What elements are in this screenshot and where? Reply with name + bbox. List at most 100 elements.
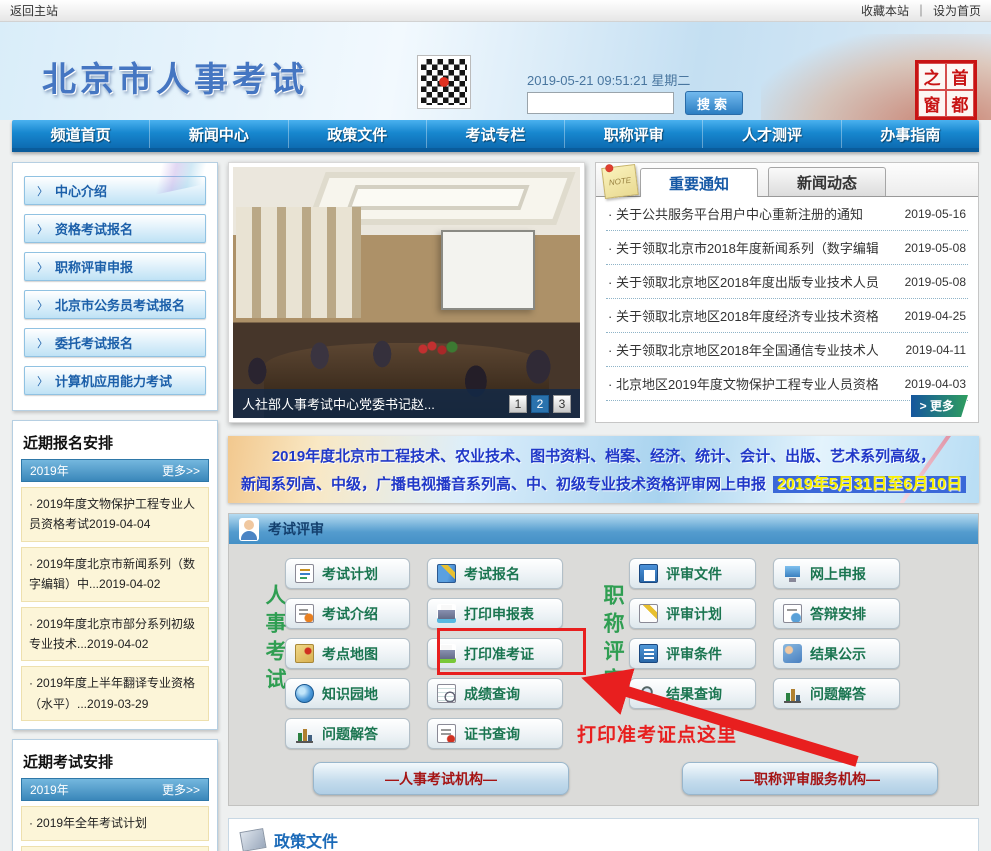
review-function-button[interactable]: 评审条件 xyxy=(629,638,756,669)
exam-function-button[interactable]: 证书查询 xyxy=(427,718,563,749)
site-logo: 北京市人事考试 xyxy=(42,52,308,101)
exam-function-button[interactable]: 考试计划 xyxy=(285,558,410,589)
exam-review-panel: 考试评审 人事考试 考试计划 考试报名 xyxy=(228,513,979,806)
function-button-label: 打印申报表 xyxy=(464,604,534,624)
news-more-button[interactable]: > 更多 xyxy=(911,395,968,417)
signup-more-link[interactable]: 更多>> xyxy=(162,462,200,479)
news-item-date: 2019-04-11 xyxy=(906,343,967,357)
function-button-label: 问题解答 xyxy=(322,724,378,744)
exam-function-button[interactable]: 考点地图 xyxy=(285,638,410,669)
news-item-title: · 关于领取北京地区2018年度出版专业技术人员... xyxy=(608,272,878,291)
function-button-icon xyxy=(437,604,456,623)
list-bullet: · xyxy=(29,816,33,830)
exam-panel-title: 近期考试安排 xyxy=(21,744,209,778)
exam-list-item[interactable]: · 2019年全年考试计划 xyxy=(21,806,209,840)
nav-item[interactable]: 职称评审 xyxy=(565,120,703,148)
function-button-icon xyxy=(783,684,802,703)
news-list-item[interactable]: · 关于领取北京市2018年度新闻系列（数字编辑... 2019-05-08 xyxy=(606,231,968,265)
news-tab[interactable]: 新闻动态 xyxy=(768,167,886,196)
signup-list-item[interactable]: · 2019年度文物保护工程专业人员资格考试2019-04-04 xyxy=(21,487,209,542)
news-list-item[interactable]: · 关于领取北京地区2018年度经济专业技术资格... 2019-04-25 xyxy=(606,299,968,333)
exam-more-link[interactable]: 更多>> xyxy=(162,781,200,798)
news-list-item[interactable]: · 关于领取北京地区2018年度出版专业技术人员... 2019-05-08 xyxy=(606,265,968,299)
personnel-exam-vertical-label: 人事考试 xyxy=(245,584,285,749)
slider-page-button[interactable]: 3 xyxy=(553,395,571,413)
review-function-button[interactable]: 结果公示 xyxy=(773,638,900,669)
news-list-item[interactable]: · 关于公共服务平台用户中心重新注册的通知 2019-05-16 xyxy=(606,197,968,231)
sidebar-menu-button[interactable]: 〉 资格考试报名 xyxy=(24,214,206,243)
photo-projection-screen xyxy=(441,230,535,310)
function-button-icon xyxy=(295,604,314,623)
exam-function-button[interactable]: 打印申报表 xyxy=(427,598,563,629)
function-button-label: 考试计划 xyxy=(322,564,378,584)
organization-button[interactable]: —人事考试机构— xyxy=(313,762,569,795)
exam-year-label: 2019年 xyxy=(30,781,69,798)
function-button-label: 评审条件 xyxy=(666,644,722,664)
photo-slider[interactable]: 人社部人事考试中心党委书记赵... 123 xyxy=(228,162,585,423)
exam-function-button[interactable]: 成绩查询 xyxy=(427,678,563,709)
slider-page-button[interactable]: 1 xyxy=(509,395,527,413)
signup-item-date: 2019-04-02 xyxy=(99,577,160,591)
sidebar-menu-button[interactable]: 〉 委托考试报名 xyxy=(24,328,206,357)
banner-line1: 2019年度北京市工程技术、农业技术、图书资料、档案、经济、统计、会计、出版、艺… xyxy=(272,445,935,466)
list-bullet: · xyxy=(29,497,33,511)
review-function-button[interactable]: 问题解答 xyxy=(773,678,900,709)
chevron-right-icon: 〉 xyxy=(37,221,48,237)
back-to-main-site-link[interactable]: 返回主站 xyxy=(10,2,58,19)
nav-item[interactable]: 人才测评 xyxy=(703,120,841,148)
news-title-text: 关于领取北京地区2018年全国通信专业技术人... xyxy=(616,343,878,358)
signup-list-item[interactable]: · 2019年度上半年翻译专业资格（水平）...2019-03-29 xyxy=(21,666,209,721)
review-function-button[interactable]: 结果查询 xyxy=(629,678,756,709)
banner-line2: 新闻系列高、中级，广播电视播音系列高、中、初级专业技术资格评审网上申报2019年… xyxy=(241,470,966,494)
exam-function-button[interactable]: 知识园地 xyxy=(285,678,410,709)
news-list-item[interactable]: · 关于领取北京地区2018年全国通信专业技术人... 2019-04-11 xyxy=(606,333,968,367)
nav-item[interactable]: 新闻中心 xyxy=(150,120,288,148)
photo-ceiling-inner xyxy=(346,185,529,210)
sidebar-menu-label: 中心介绍 xyxy=(55,181,107,200)
sidebar-menu-button[interactable]: 〉 职称评审申报 xyxy=(24,252,206,281)
site-header: 北京市人事考试 2019-05-21 09:51:21 星期二 搜索 之首窗都 … xyxy=(0,22,991,120)
news-title-text: 北京地区2019年度文物保护工程专业人员资格... xyxy=(616,377,878,392)
news-item-title: · 关于公共服务平台用户中心重新注册的通知 xyxy=(608,204,863,223)
news-panel: NOTE 重要通知新闻动态 · 关于公共服务平台用户中心重新注册的通知 2019… xyxy=(595,162,979,423)
search-button[interactable]: 搜索 xyxy=(685,91,743,115)
sidebar-menu-button[interactable]: 〉 北京市公务员考试报名 xyxy=(24,290,206,319)
seal-char: 之 xyxy=(918,63,946,90)
review-function-button[interactable]: 答辩安排 xyxy=(773,598,900,629)
nav-item[interactable]: 考试专栏 xyxy=(427,120,565,148)
exam-function-button[interactable]: 考试介绍 xyxy=(285,598,410,629)
review-function-button[interactable]: 网上申报 xyxy=(773,558,900,589)
review-function-button[interactable]: 评审计划 xyxy=(629,598,756,629)
exam-function-button[interactable]: 问题解答 xyxy=(285,718,410,749)
nav-item[interactable]: 频道首页 xyxy=(12,120,150,148)
news-tab[interactable]: 重要通知 xyxy=(640,168,758,197)
exam-list-item[interactable]: · 2019年1月考试安排 xyxy=(21,846,209,851)
review-function-button[interactable]: 评审文件 xyxy=(629,558,756,589)
sidebar-menu-label: 职称评审申报 xyxy=(55,257,133,276)
news-list: · 关于公共服务平台用户中心重新注册的通知 2019-05-16 · 关于领取北… xyxy=(606,197,968,401)
search-input[interactable] xyxy=(527,92,674,114)
policy-section-title[interactable]: 政策文件 xyxy=(274,828,338,851)
signup-list-item[interactable]: · 2019年度北京市部分系列初级专业技术...2019-04-02 xyxy=(21,607,209,662)
signup-list-item[interactable]: · 2019年度北京市新闻系列（数字编辑）中...2019-04-02 xyxy=(21,547,209,602)
organization-button[interactable]: —职称评审服务机构— xyxy=(682,762,938,795)
sidebar-menu-label: 资格考试报名 xyxy=(55,219,133,238)
signup-year-bar: 2019年 更多>> xyxy=(21,459,209,482)
signup-item-date: 2019-03-29 xyxy=(87,697,148,711)
signup-panel-title: 近期报名安排 xyxy=(21,425,209,459)
nav-item[interactable]: 政策文件 xyxy=(289,120,427,148)
policy-documents-section: 政策文件 xyxy=(228,818,979,851)
exam-function-button[interactable]: 考试报名 xyxy=(427,558,563,589)
slider-page-button[interactable]: 2 xyxy=(531,395,549,413)
note-sticky-icon: NOTE xyxy=(601,164,639,199)
function-button-icon xyxy=(639,604,658,623)
favorite-site-link[interactable]: 收藏本站 xyxy=(861,2,909,19)
left-sidebar: 〉 中心介绍 〉 资格考试报名 〉 职称评审申报 〉 北京市公务员考试报名 xyxy=(12,162,218,851)
sidebar-menu-button[interactable]: 〉 中心介绍 xyxy=(24,176,206,205)
set-homepage-link[interactable]: 设为首页 xyxy=(933,2,981,19)
news-item-title: · 关于领取北京市2018年度新闻系列（数字编辑... xyxy=(608,238,878,257)
announcement-banner[interactable]: 2019年度北京市工程技术、农业技术、图书资料、档案、经济、统计、会计、出版、艺… xyxy=(228,436,979,503)
slider-caption-text[interactable]: 人社部人事考试中心党委书记赵... xyxy=(242,394,435,413)
nav-item[interactable]: 办事指南 xyxy=(842,120,979,148)
sidebar-menu-button[interactable]: 〉 计算机应用能力考试 xyxy=(24,366,206,395)
